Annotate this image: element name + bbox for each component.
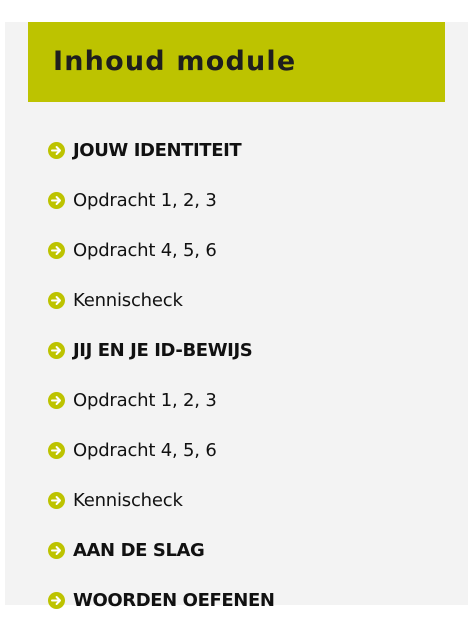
module-contents-panel: Inhoud module JOUW IDENTITEIT Opdracht 1… <box>5 22 468 611</box>
nav-item-label: Kennischeck <box>73 289 183 311</box>
nav-item-aan-de-slag[interactable]: AAN DE SLAG <box>48 525 275 575</box>
nav-item-label: AAN DE SLAG <box>73 539 205 561</box>
page-title: Inhoud module <box>53 46 297 77</box>
nav-item-label: Opdracht 1, 2, 3 <box>73 189 217 211</box>
module-header: Inhoud module <box>28 22 445 102</box>
nav-item-label: Opdracht 1, 2, 3 <box>73 389 217 411</box>
arrow-circle-right-icon <box>48 241 65 259</box>
nav-item-label: Kennischeck <box>73 489 183 511</box>
nav-item-opdracht-4-5-6[interactable]: Opdracht 4, 5, 6 <box>48 425 275 475</box>
arrow-circle-right-icon <box>48 541 65 559</box>
nav-item-label: JIJ EN JE ID-BEWIJS <box>73 339 253 361</box>
module-nav-list: JOUW IDENTITEIT Opdracht 1, 2, 3 Opdrach… <box>48 125 275 625</box>
arrow-circle-right-icon <box>48 291 65 309</box>
nav-item-label: JOUW IDENTITEIT <box>73 139 242 161</box>
nav-item-opdracht-4-5-6[interactable]: Opdracht 4, 5, 6 <box>48 225 275 275</box>
nav-item-opdracht-1-2-3[interactable]: Opdracht 1, 2, 3 <box>48 175 275 225</box>
arrow-circle-right-icon <box>48 341 65 359</box>
nav-item-kennischeck[interactable]: Kennischeck <box>48 275 275 325</box>
arrow-circle-right-icon <box>48 491 65 509</box>
arrow-circle-right-icon <box>48 191 65 209</box>
nav-item-jouw-identiteit[interactable]: JOUW IDENTITEIT <box>48 125 275 175</box>
arrow-circle-right-icon <box>48 141 65 159</box>
nav-item-kennischeck[interactable]: Kennischeck <box>48 475 275 525</box>
nav-item-label: Opdracht 4, 5, 6 <box>73 439 217 461</box>
arrow-circle-right-icon <box>48 441 65 459</box>
nav-item-label: WOORDEN OEFENEN <box>73 589 275 611</box>
arrow-circle-right-icon <box>48 391 65 409</box>
nav-item-jij-en-je-id-bewijs[interactable]: JIJ EN JE ID-BEWIJS <box>48 325 275 375</box>
arrow-circle-right-icon <box>48 591 65 609</box>
nav-item-opdracht-1-2-3[interactable]: Opdracht 1, 2, 3 <box>48 375 275 425</box>
nav-item-label: Opdracht 4, 5, 6 <box>73 239 217 261</box>
nav-item-woorden-oefenen[interactable]: WOORDEN OEFENEN <box>48 575 275 625</box>
